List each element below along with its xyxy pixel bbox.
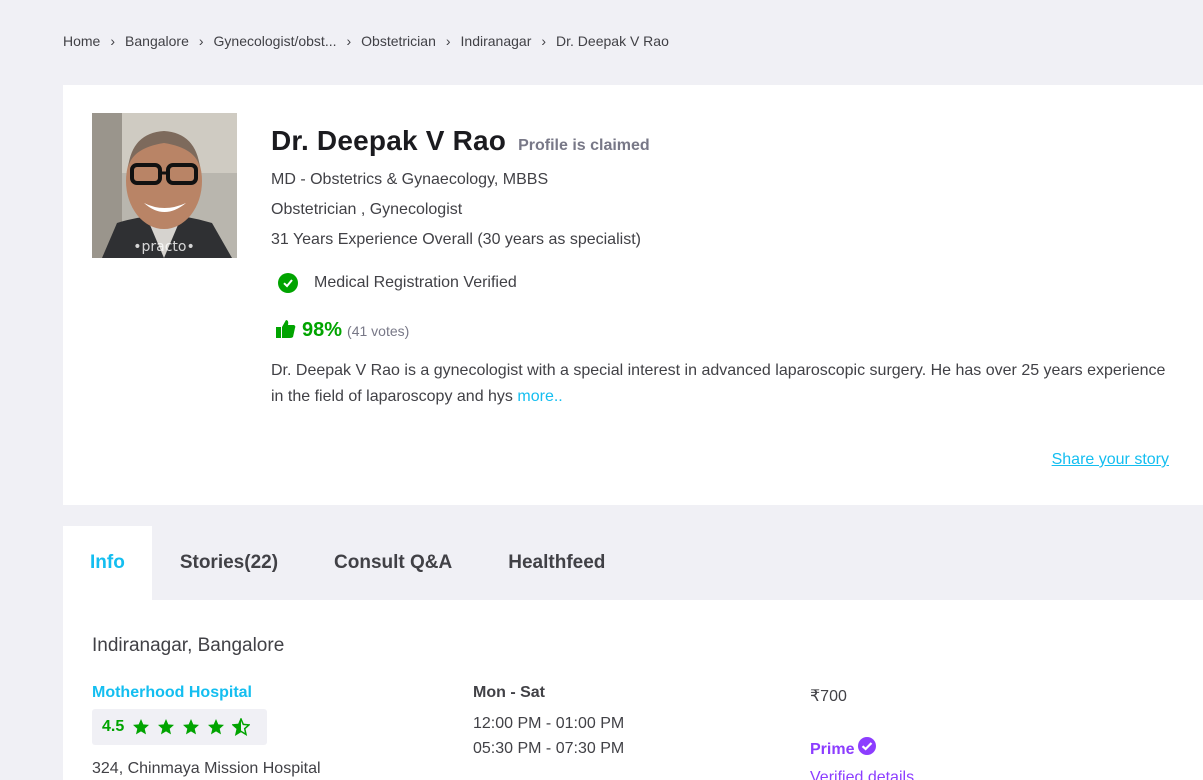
breadcrumb-locality[interactable]: Indiranagar xyxy=(461,33,532,49)
registration-verified: Medical Registration Verified xyxy=(278,273,517,293)
clinic-days: Mon - Sat xyxy=(473,684,545,701)
patient-approval: 98% (41 votes) xyxy=(276,316,409,342)
profile-claimed-badge: Profile is claimed xyxy=(518,137,650,154)
check-circle-icon xyxy=(278,273,298,293)
doctor-about: Dr. Deepak V Rao is a gynecologist with … xyxy=(271,358,1171,410)
chevron-right-icon: › xyxy=(110,33,116,49)
chevron-right-icon: › xyxy=(346,33,352,49)
star-full-icon xyxy=(208,719,225,735)
breadcrumb-current: Dr. Deepak V Rao xyxy=(556,33,669,49)
prime-label: Prime xyxy=(810,741,855,758)
share-story-link[interactable]: Share your story xyxy=(1052,451,1169,469)
clinic-rating-value: 4.5 xyxy=(102,718,125,735)
star-full-icon xyxy=(133,719,150,735)
time-slot: 12:00 PM - 01:00 PM xyxy=(473,715,625,732)
star-rating xyxy=(132,718,257,736)
tab-healthfeed[interactable]: Healthfeed xyxy=(480,526,633,600)
chevron-right-icon: › xyxy=(198,33,204,49)
doctor-experience: 31 Years Experience Overall (30 years as… xyxy=(271,231,641,248)
consultation-fee: ₹700 xyxy=(810,688,847,705)
breadcrumb-subspecialty[interactable]: Obstetrician xyxy=(361,33,436,49)
star-half-icon xyxy=(232,718,251,736)
doctor-about-text: Dr. Deepak V Rao is a gynecologist with … xyxy=(271,362,1166,405)
chevron-right-icon: › xyxy=(541,33,547,49)
read-more-link[interactable]: more.. xyxy=(517,388,562,405)
clinic-name-link[interactable]: Motherhood Hospital xyxy=(92,684,252,702)
registration-verified-label: Medical Registration Verified xyxy=(314,274,517,291)
breadcrumb-city[interactable]: Bangalore xyxy=(125,33,189,49)
clinic-rating: 4.5 xyxy=(92,709,268,745)
tab-stories[interactable]: Stories(22) xyxy=(152,526,306,600)
tab-info[interactable]: Info xyxy=(63,526,152,600)
doctor-qualifications: MD - Obstetrics & Gynaecology, MBBS xyxy=(271,171,549,188)
breadcrumb-home[interactable]: Home xyxy=(63,33,100,49)
doctor-photo: •practo• xyxy=(92,113,237,258)
star-full-icon xyxy=(158,719,175,735)
clinic-locality: Indiranagar, Bangalore xyxy=(92,635,285,656)
breadcrumb: Home › Bangalore › Gynecologist/obst... … xyxy=(63,33,669,49)
clinic-info-card: Indiranagar, Bangalore Motherhood Hospit… xyxy=(63,600,1203,780)
verified-badge-icon xyxy=(858,737,877,755)
clinic-address: 324, Chinmaya Mission Hospital xyxy=(92,760,321,777)
svg-text:•practo•: •practo• xyxy=(133,239,195,255)
profile-tabs: Info Stories(22) Consult Q&A Healthfeed xyxy=(63,526,1203,600)
chevron-right-icon: › xyxy=(445,33,451,49)
prime-badge-row: Prime xyxy=(810,737,877,760)
doctor-name: Dr. Deepak V Rao xyxy=(271,125,507,156)
approval-percent: 98% xyxy=(302,319,343,341)
star-full-icon xyxy=(183,719,200,735)
doctor-specialties: Obstetrician , Gynecologist xyxy=(271,201,463,218)
doctor-profile-card: •practo• Dr. Deepak V Rao Profile is cla… xyxy=(63,85,1203,505)
breadcrumb-specialty[interactable]: Gynecologist/obst... xyxy=(214,33,337,49)
vote-count: (41 votes) xyxy=(347,323,410,339)
thumbs-up-icon xyxy=(276,320,296,338)
time-slot: 05:30 PM - 07:30 PM xyxy=(473,740,625,757)
tab-consult-qa[interactable]: Consult Q&A xyxy=(306,526,480,600)
verified-details-link[interactable]: Verified details xyxy=(810,769,914,780)
